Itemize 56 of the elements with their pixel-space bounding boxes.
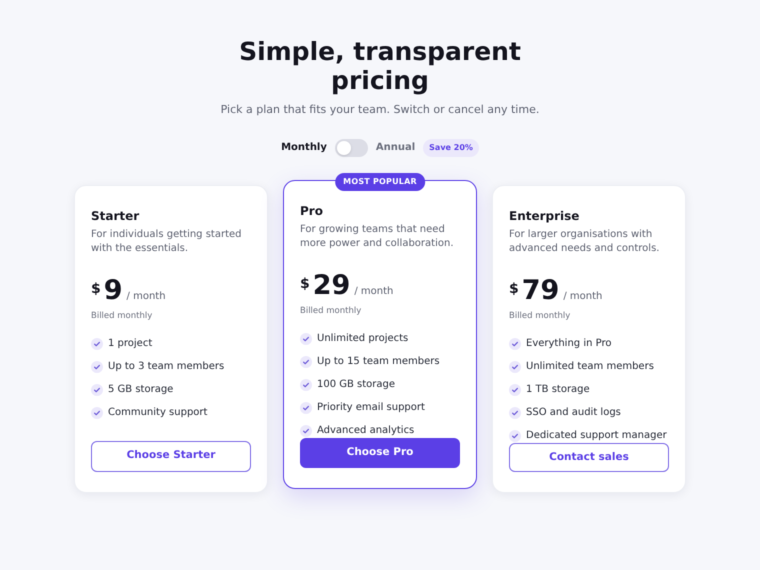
choose-plan-button[interactable]: Choose Pro bbox=[300, 438, 460, 468]
page-title: Simple, transparent pricing bbox=[238, 37, 522, 95]
check-icon bbox=[91, 338, 103, 350]
feature-text: 5 GB storage bbox=[108, 383, 174, 398]
plan-button[interactable]: Choose Starter bbox=[91, 440, 251, 472]
check-icon bbox=[509, 384, 521, 396]
price-period: / month bbox=[126, 290, 166, 304]
check-icon bbox=[300, 424, 312, 437]
save-badge: Save 20% bbox=[423, 138, 479, 156]
check-icon bbox=[91, 360, 103, 373]
plan-name: Starter bbox=[91, 208, 140, 224]
plan-description: For growing teams that need more power and collaboration. bbox=[300, 222, 455, 250]
currency-symbol: $ bbox=[300, 274, 310, 294]
plan-name: Enterprise bbox=[509, 208, 580, 224]
annual-label: Annual bbox=[376, 141, 416, 155]
billing-note: Billed monthly bbox=[300, 304, 362, 318]
check-icon bbox=[509, 360, 521, 373]
plan-description: For larger organisations with advanced needs and controls. bbox=[509, 228, 660, 256]
feature-text: Priority email support bbox=[317, 401, 425, 416]
check-icon bbox=[300, 402, 312, 414]
feature-text: Unlimited team members bbox=[526, 360, 654, 374]
billing-toggle[interactable] bbox=[334, 138, 368, 156]
feature-text: Unlimited projects bbox=[317, 332, 408, 346]
check-icon bbox=[509, 406, 521, 419]
feature-text: Up to 15 team members bbox=[317, 355, 440, 370]
feature-text: 1 TB storage bbox=[526, 383, 590, 398]
check-icon bbox=[300, 378, 312, 391]
price-amount: 9 bbox=[104, 276, 123, 306]
feature-text: 100 GB storage bbox=[317, 378, 396, 392]
check-icon bbox=[509, 338, 521, 350]
check-icon bbox=[91, 406, 103, 419]
price-amount: 29 bbox=[312, 270, 350, 300]
feature-text: Advanced analytics bbox=[317, 424, 414, 438]
check-icon bbox=[509, 430, 521, 442]
price-amount: 79 bbox=[522, 276, 560, 306]
currency-symbol: $ bbox=[91, 280, 101, 298]
billing-note: Billed monthly bbox=[509, 310, 572, 322]
plan-name: Pro bbox=[300, 202, 324, 220]
check-icon bbox=[300, 332, 312, 345]
currency-symbol: $ bbox=[509, 280, 519, 298]
monthly-label: Monthly bbox=[281, 141, 327, 155]
feature-text: Everything in Pro bbox=[526, 337, 612, 352]
feature-text: SSO and audit logs bbox=[526, 406, 621, 420]
plan-description: For individuals getting started with the essentials. bbox=[91, 228, 242, 256]
feature-text: 1 project bbox=[108, 337, 152, 352]
price-period: / month bbox=[354, 284, 394, 298]
feature-text: Community support bbox=[108, 406, 208, 420]
check-icon bbox=[91, 384, 103, 396]
feature-text: Dedicated support manager bbox=[526, 429, 667, 444]
plan-button[interactable]: Contact sales bbox=[509, 443, 669, 472]
price-period: / month bbox=[563, 290, 602, 304]
page-subtitle: Pick a plan that fits your team. Switch or cancel any time. bbox=[220, 102, 540, 118]
feature-text: Up to 3 team members bbox=[108, 360, 224, 374]
billing-note: Billed monthly bbox=[91, 310, 154, 322]
popular-badge: MOST POPULAR bbox=[335, 172, 425, 190]
check-icon bbox=[300, 356, 312, 368]
